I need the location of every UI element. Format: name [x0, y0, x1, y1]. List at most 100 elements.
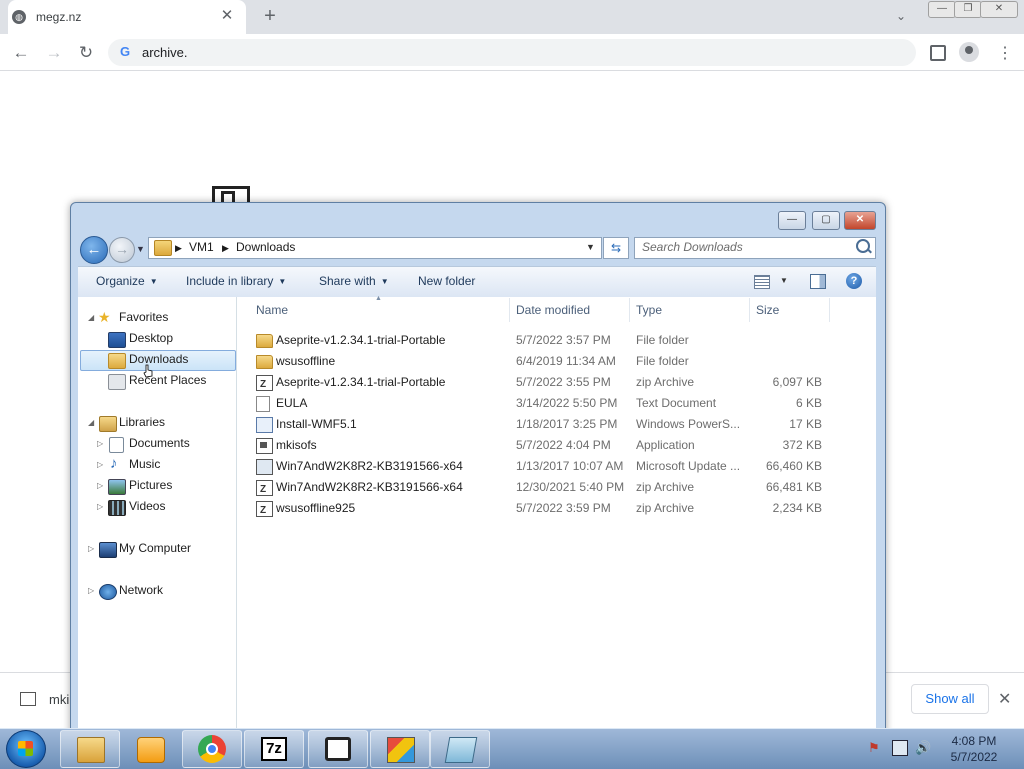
side-panel-icon[interactable]	[930, 45, 946, 61]
change-view-icon[interactable]	[754, 275, 770, 289]
explorer-address-bar[interactable]	[148, 237, 602, 259]
reload-button[interactable]: ↻	[75, 42, 97, 64]
nav-downloads[interactable]: Downloads	[129, 349, 188, 369]
file-row[interactable]: wsusoffline 6/4/2019 11:34 AM File folder	[250, 351, 830, 372]
refresh-button[interactable]: ⇆	[603, 237, 629, 259]
nav-my-computer[interactable]: My Computer	[119, 538, 191, 558]
breadcrumb-vm1[interactable]: VM1	[189, 240, 214, 254]
profile-icon[interactable]	[959, 42, 979, 62]
file-row[interactable]: Aseprite-v1.2.34.1-trial-Portable 5/7/202…	[250, 330, 830, 351]
address-dropdown-icon[interactable]: ▼	[586, 242, 595, 252]
file-date-modified: 12/30/2021 5:40 PM	[516, 480, 625, 494]
chrome-icon	[198, 735, 226, 763]
explorer-forward-button[interactable]: →	[109, 237, 135, 263]
nav-desktop[interactable]: Desktop	[129, 328, 173, 348]
column-divider[interactable]	[749, 298, 750, 322]
download-item-name[interactable]: mki	[49, 692, 69, 707]
explorer-close-button[interactable]: ✕	[844, 211, 876, 230]
close-window-button[interactable]: ✕	[980, 1, 1018, 18]
start-button[interactable]	[6, 730, 46, 768]
expand-arrow-icon[interactable]: ▷	[88, 544, 94, 553]
nav-favorites[interactable]: Favorites	[119, 307, 168, 327]
file-row[interactable]: EULA 3/14/2022 5:50 PM Text Document 6 KB	[250, 393, 830, 414]
column-header-date-modified[interactable]: Date modified	[516, 303, 590, 317]
tab-search-icon[interactable]: ⌄	[896, 9, 906, 23]
expand-arrow-icon[interactable]: ▷	[88, 586, 94, 595]
column-header-name[interactable]: Name	[256, 303, 288, 317]
action-center-icon[interactable]: ⚑	[868, 740, 882, 755]
file-size: 66,460 KB	[765, 459, 822, 473]
organize-label: Organize	[96, 274, 145, 288]
tab-close-icon[interactable]: ✕	[218, 7, 236, 25]
taskbar-aseprite-button[interactable]	[308, 730, 368, 768]
preview-pane-icon[interactable]	[810, 274, 826, 289]
recent-pages-dropdown-icon[interactable]: ▼	[136, 244, 145, 254]
breadcrumb-arrow-icon[interactable]: ▶	[222, 243, 229, 254]
share-with-menu[interactable]: Share with ▼	[319, 274, 389, 288]
column-header-type[interactable]: Type	[636, 303, 662, 317]
new-folder-button[interactable]: New folder	[418, 274, 475, 288]
help-icon[interactable]: ?	[846, 273, 862, 289]
menu-icon[interactable]: ⋮	[997, 43, 1013, 63]
nav-recent-places[interactable]: Recent Places	[129, 370, 206, 390]
file-row[interactable]: Win7AndW2K8R2-KB3191566-x64 1/13/2017 10:…	[250, 456, 830, 477]
back-button[interactable]: ←	[10, 42, 32, 64]
network-tray-icon[interactable]	[892, 740, 908, 756]
nav-documents[interactable]: Documents	[129, 433, 190, 453]
hand-cursor-icon	[143, 364, 153, 378]
music-icon: ♪	[110, 455, 118, 472]
explorer-minimize-button[interactable]: —	[778, 211, 806, 230]
clock[interactable]: 4:08 PM 5/7/2022	[944, 733, 1004, 765]
taskbar-explorer-button[interactable]	[60, 730, 120, 768]
new-tab-button[interactable]: +	[260, 6, 280, 26]
column-divider[interactable]	[829, 298, 830, 322]
file-date-modified: 5/7/2022 3:57 PM	[516, 333, 611, 347]
file-row[interactable]: Aseprite-v1.2.34.1-trial-Portable 5/7/202…	[250, 372, 830, 395]
view-dropdown-icon[interactable]: ▼	[780, 276, 788, 285]
explorer-back-button[interactable]: ←	[80, 236, 108, 264]
show-all-button[interactable]: Show all	[911, 684, 989, 714]
taskbar-7zip-button[interactable]: 7z	[244, 730, 304, 768]
file-row[interactable]: mkisofs 5/7/2022 4:04 PM Application 372 KB	[250, 435, 830, 456]
collapse-arrow-icon[interactable]: ◢	[88, 418, 94, 427]
breadcrumb-arrow-icon[interactable]: ▶	[175, 243, 182, 254]
volume-icon[interactable]: 🔊	[915, 740, 931, 755]
forward-button[interactable]: →	[43, 42, 65, 64]
taskbar-installer-button[interactable]	[370, 730, 430, 768]
expand-arrow-icon[interactable]: ▷	[97, 502, 103, 511]
file-type: Microsoft Update ...	[636, 459, 740, 473]
expand-arrow-icon[interactable]: ▷	[97, 439, 103, 448]
nav-network[interactable]: Network	[119, 580, 163, 600]
address-bar[interactable]	[108, 39, 916, 66]
file-date-modified: 6/4/2019 11:34 AM	[516, 354, 616, 368]
explorer-maximize-button[interactable]: ▢	[812, 211, 840, 230]
expand-arrow-icon[interactable]: ▷	[97, 460, 103, 469]
taskbar-media-player-button[interactable]	[120, 730, 180, 768]
restore-button[interactable]: ❐	[954, 1, 982, 18]
organize-menu[interactable]: Organize ▼	[96, 274, 158, 288]
address-text[interactable]: archive.	[142, 45, 188, 60]
search-icon[interactable]	[856, 239, 870, 253]
nav-videos[interactable]: Videos	[129, 496, 165, 516]
breadcrumb-downloads[interactable]: Downloads	[236, 240, 295, 254]
media-player-icon	[137, 737, 165, 763]
download-bar-close-icon[interactable]: ✕	[998, 689, 1011, 709]
desktop-icon	[108, 332, 126, 348]
column-header-size[interactable]: Size	[756, 303, 779, 317]
nav-pictures[interactable]: Pictures	[129, 475, 172, 495]
column-divider[interactable]	[629, 298, 630, 322]
collapse-arrow-icon[interactable]: ◢	[88, 313, 94, 322]
file-row[interactable]: Win7AndW2K8R2-KB3191566-x64 12/30/2021 5:…	[250, 477, 830, 500]
nav-libraries[interactable]: Libraries	[119, 412, 165, 432]
include-in-library-menu[interactable]: Include in library ▼	[186, 274, 286, 288]
file-row[interactable]: Install-WMF5.1 1/18/2017 3:25 PM Windows P…	[250, 414, 830, 435]
expand-arrow-icon[interactable]: ▷	[97, 481, 103, 490]
taskbar-notepad-button[interactable]	[430, 730, 490, 768]
nav-music[interactable]: Music	[129, 454, 160, 474]
file-date-modified: 1/18/2017 3:25 PM	[516, 417, 618, 431]
taskbar-chrome-button[interactable]	[182, 730, 242, 768]
column-divider[interactable]	[509, 298, 510, 322]
file-row[interactable]: wsusoffline925 5/7/2022 3:59 PM zip Archiv…	[250, 498, 830, 521]
file-size: 372 KB	[782, 438, 822, 452]
minimize-button[interactable]: —	[928, 1, 956, 18]
